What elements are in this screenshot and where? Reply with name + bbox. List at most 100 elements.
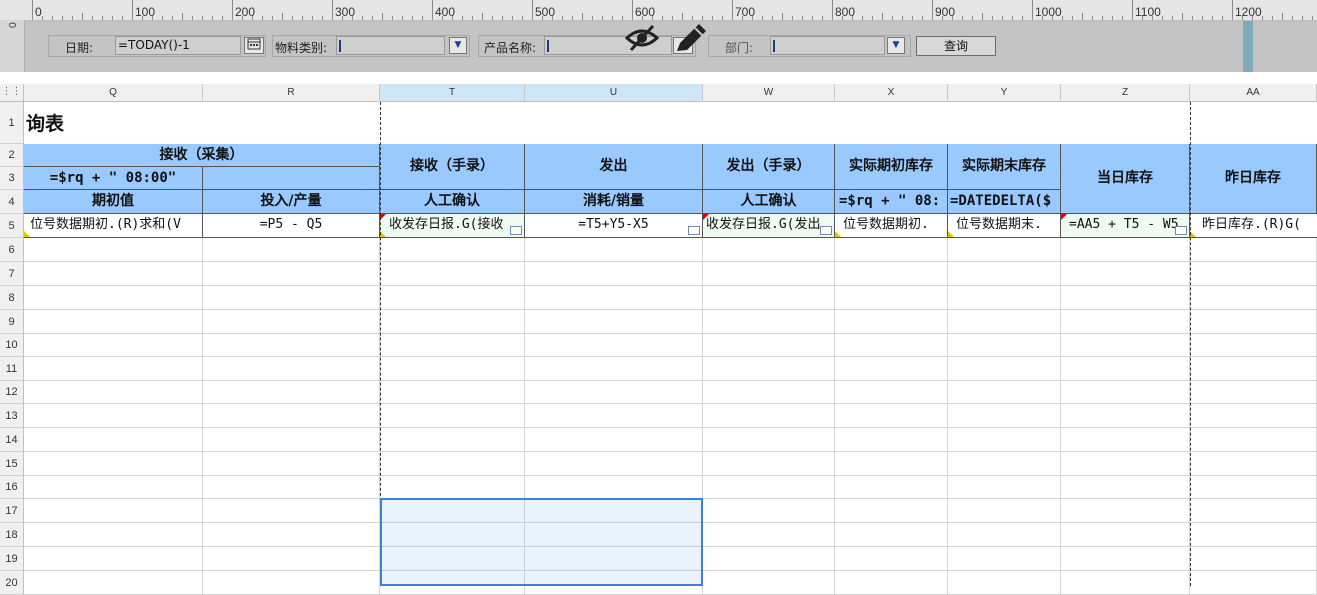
- cell-selection-range[interactable]: [380, 498, 703, 586]
- grid-cell[interactable]: [835, 547, 948, 571]
- grid-cell[interactable]: [203, 310, 380, 334]
- grid-cell[interactable]: [703, 262, 835, 286]
- header-input-output[interactable]: 投入/产量: [203, 190, 380, 214]
- grid-cell[interactable]: [835, 428, 948, 452]
- grid-cell[interactable]: [380, 381, 525, 404]
- grid-cell[interactable]: [1061, 571, 1190, 595]
- header-actual-opening[interactable]: 实际期初库存: [835, 144, 948, 190]
- header-rq-formula[interactable]: =$rq + " 08:00": [24, 167, 203, 190]
- grid-cell[interactable]: [835, 452, 948, 476]
- header-y-formula[interactable]: =DATEDELTA($: [948, 190, 1061, 214]
- grid-cell[interactable]: [835, 476, 948, 499]
- grid-cell[interactable]: [203, 547, 380, 571]
- grid-cell[interactable]: [1190, 238, 1317, 262]
- grid-cell[interactable]: [835, 262, 948, 286]
- header-yesterday-stock[interactable]: 昨日库存: [1190, 144, 1317, 214]
- grid-cell[interactable]: [525, 334, 703, 357]
- row-header-10[interactable]: 10: [0, 334, 24, 357]
- grid-cell[interactable]: [1061, 476, 1190, 499]
- row-header-4[interactable]: 4: [0, 190, 24, 214]
- pencil-icon[interactable]: [673, 21, 709, 59]
- row-header-18[interactable]: 18: [0, 523, 24, 547]
- grid-cell[interactable]: [24, 499, 203, 523]
- row-header-16[interactable]: 16: [0, 476, 24, 499]
- cell-r5[interactable]: =P5 - Q5: [203, 214, 380, 238]
- header-opening[interactable]: 期初值: [24, 190, 203, 214]
- grid-cell[interactable]: [703, 571, 835, 595]
- grid-cell[interactable]: [24, 238, 203, 262]
- grid-cell[interactable]: [1190, 428, 1317, 452]
- grid-cell[interactable]: [1190, 452, 1317, 476]
- row-header-3[interactable]: 3: [0, 167, 24, 190]
- grid-cell[interactable]: [525, 381, 703, 404]
- grid-cell[interactable]: [1190, 381, 1317, 404]
- grid-cell[interactable]: [380, 452, 525, 476]
- query-button[interactable]: 查询: [916, 36, 996, 56]
- grid-cell[interactable]: [1061, 404, 1190, 428]
- row-header-1[interactable]: 1: [0, 102, 24, 144]
- material-select[interactable]: [336, 36, 445, 55]
- grid-cell[interactable]: [1190, 334, 1317, 357]
- grid-cell[interactable]: [24, 428, 203, 452]
- column-header-y[interactable]: Y: [948, 84, 1061, 102]
- row-header-17[interactable]: 17: [0, 499, 24, 523]
- header-recv-collect[interactable]: 接收（采集）: [24, 144, 380, 167]
- grid-cell[interactable]: [24, 547, 203, 571]
- grid-cell[interactable]: [703, 286, 835, 310]
- grid-cell[interactable]: [948, 334, 1061, 357]
- grid-cell[interactable]: [203, 571, 380, 595]
- material-dropdown-icon[interactable]: ▼: [449, 37, 467, 54]
- grid-cell[interactable]: [703, 310, 835, 334]
- row-header-11[interactable]: 11: [0, 357, 24, 381]
- column-header-r[interactable]: R: [203, 84, 380, 102]
- grid-cell[interactable]: [835, 310, 948, 334]
- grid-cell[interactable]: [703, 547, 835, 571]
- header-today-stock[interactable]: 当日库存: [1061, 144, 1190, 214]
- grid-cell[interactable]: [1061, 286, 1190, 310]
- grid-cell[interactable]: [380, 310, 525, 334]
- grid-cell[interactable]: [948, 286, 1061, 310]
- grid-cell[interactable]: [948, 547, 1061, 571]
- grid-cell[interactable]: [203, 357, 380, 381]
- row-header-14[interactable]: 14: [0, 428, 24, 452]
- grid-cell[interactable]: [24, 334, 203, 357]
- grid-cell[interactable]: [835, 499, 948, 523]
- column-header-q[interactable]: Q: [24, 84, 203, 102]
- grid-cell[interactable]: [1190, 571, 1317, 595]
- grid-cell[interactable]: [1061, 310, 1190, 334]
- grid-cell[interactable]: [203, 381, 380, 404]
- row-header-8[interactable]: 8: [0, 286, 24, 310]
- grid-cell[interactable]: [1190, 523, 1317, 547]
- grid-cell[interactable]: [703, 452, 835, 476]
- header-dispatch-manual[interactable]: 发出（手录）: [703, 144, 835, 190]
- eye-off-icon[interactable]: [624, 23, 660, 57]
- grid-cell[interactable]: [525, 262, 703, 286]
- cell-w5[interactable]: 收发存日报.G(发出: [703, 214, 835, 238]
- header-manual-confirm-w[interactable]: 人工确认: [703, 190, 835, 214]
- grid-cell[interactable]: [948, 571, 1061, 595]
- grid-cell[interactable]: [525, 238, 703, 262]
- grid-dots-icon[interactable]: ⋮⋮: [0, 84, 24, 102]
- grid-cell[interactable]: [1190, 310, 1317, 334]
- grid-cell[interactable]: [203, 452, 380, 476]
- grid-cell[interactable]: [948, 238, 1061, 262]
- grid-cell[interactable]: [203, 286, 380, 310]
- grid-cell[interactable]: [24, 262, 203, 286]
- grid-cell[interactable]: [948, 499, 1061, 523]
- grid-cell[interactable]: [948, 381, 1061, 404]
- grid-cell[interactable]: [835, 571, 948, 595]
- row-header-6[interactable]: 6: [0, 238, 24, 262]
- grid-cell[interactable]: [948, 428, 1061, 452]
- ruler-guide-marker[interactable]: [1243, 21, 1253, 72]
- grid-cell[interactable]: [380, 238, 525, 262]
- grid-cell[interactable]: [703, 523, 835, 547]
- row-header-13[interactable]: 13: [0, 404, 24, 428]
- grid-cell[interactable]: [1190, 357, 1317, 381]
- grid-cell[interactable]: [525, 452, 703, 476]
- grid-cell[interactable]: [1061, 381, 1190, 404]
- grid-cell[interactable]: [1190, 404, 1317, 428]
- row-header-20[interactable]: 20: [0, 571, 24, 595]
- grid-cell[interactable]: [24, 404, 203, 428]
- header-consume-sales[interactable]: 消耗/销量: [525, 190, 703, 214]
- grid-cell[interactable]: [835, 238, 948, 262]
